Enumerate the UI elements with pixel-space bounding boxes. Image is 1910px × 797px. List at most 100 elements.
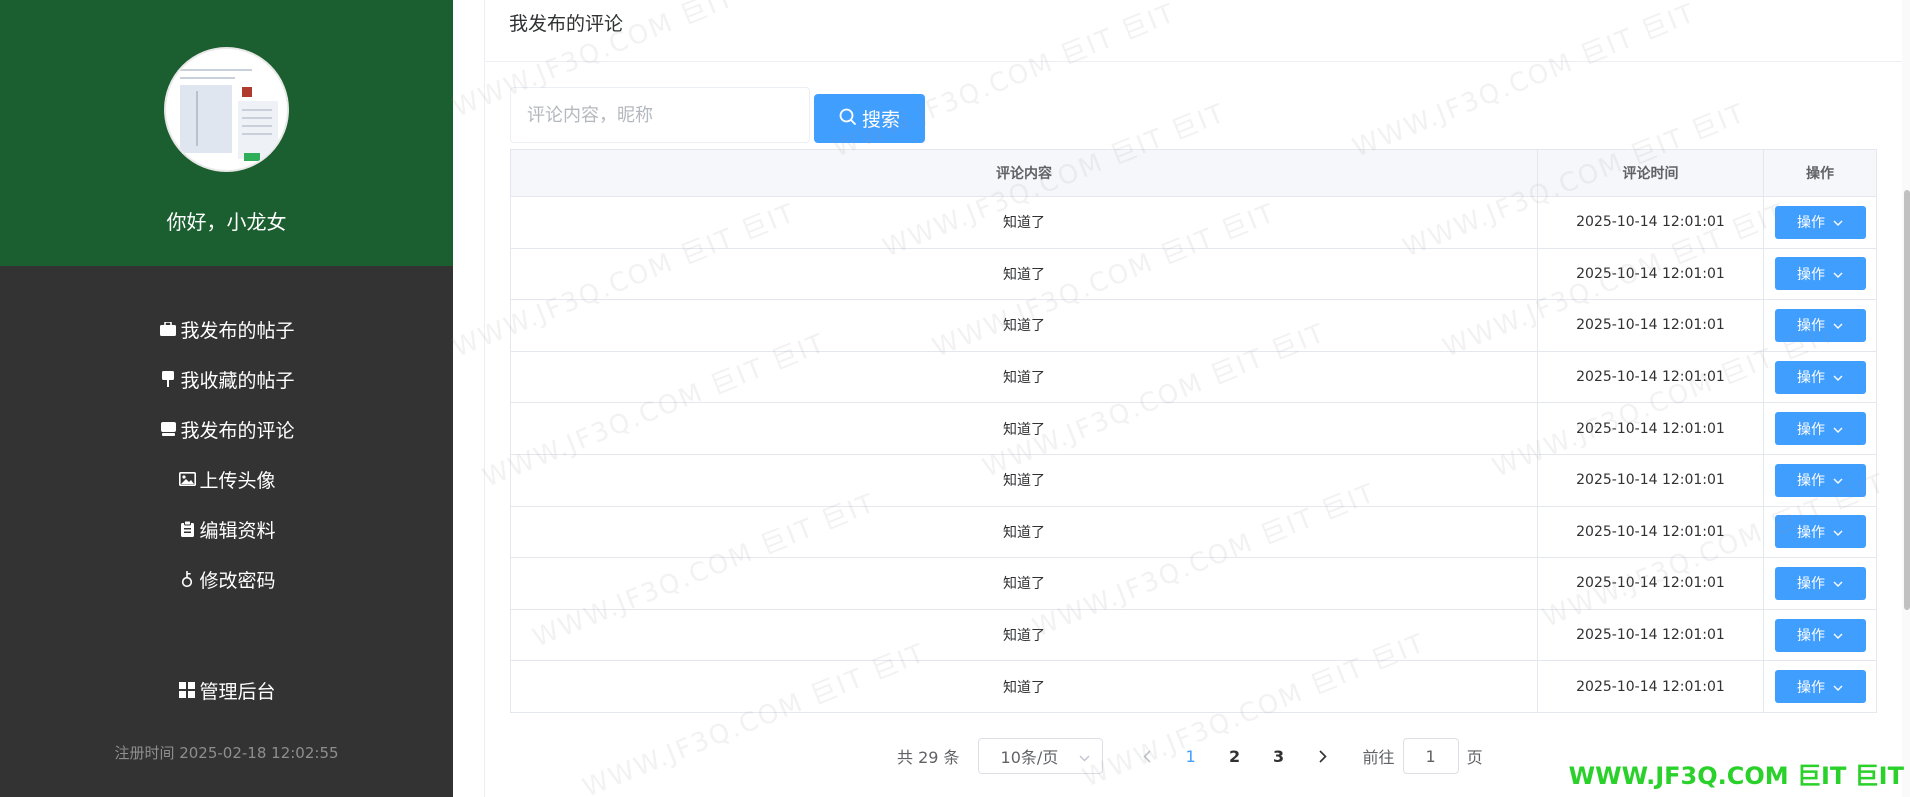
comment-content: 知道了 <box>510 196 1538 249</box>
menu-item-my-posts[interactable]: 我发布的帖子 <box>0 304 453 354</box>
action-label: 操作 <box>1797 421 1825 438</box>
pagination: 共 29 条 10条/页 1 2 3 前往 页 <box>897 738 1483 774</box>
action-dropdown-button[interactable]: 操作 <box>1774 360 1866 394</box>
table-row: 知道了 2025-10-14 12:01:01 操作 <box>510 350 1877 404</box>
action-dropdown-button[interactable]: 操作 <box>1774 670 1866 704</box>
action-label: 操作 <box>1797 628 1825 645</box>
menu-item-upload-avatar[interactable]: 上传头像 <box>0 454 453 504</box>
avatar[interactable] <box>164 47 289 172</box>
menu-item-change-password[interactable]: 修改密码 <box>0 554 453 604</box>
chevron-down-icon <box>1079 747 1090 766</box>
clipboard-icon <box>177 519 197 539</box>
grid-icon <box>177 680 197 700</box>
briefcase-icon <box>158 319 178 339</box>
search-input[interactable] <box>510 87 810 143</box>
chevron-down-icon <box>1833 575 1843 591</box>
page-number-3[interactable]: 3 <box>1257 738 1301 774</box>
chevron-down-icon <box>1833 266 1843 282</box>
action-label: 操作 <box>1797 576 1825 593</box>
action-dropdown-button[interactable]: 操作 <box>1774 205 1866 239</box>
chevron-down-icon <box>1833 679 1843 695</box>
pin-icon <box>158 369 178 389</box>
search-button[interactable]: 搜索 <box>814 94 925 143</box>
goto-page-input[interactable] <box>1402 738 1459 774</box>
page-size-value: 10条/页 <box>1000 748 1059 767</box>
search-icon <box>839 108 856 130</box>
action-dropdown-button[interactable]: 操作 <box>1774 412 1866 446</box>
action-label: 操作 <box>1797 473 1825 490</box>
table-row: 知道了 2025-10-14 12:01:01 操作 <box>510 557 1877 610</box>
greeting-text: 你好，小龙女 <box>166 210 287 234</box>
table-row: 知道了 2025-10-14 12:01:01 操作 <box>510 402 1877 455</box>
comment-content: 知道了 <box>510 299 1538 352</box>
comment-time: 2025-10-14 12:01:01 <box>1537 608 1764 662</box>
picture-icon <box>177 469 197 489</box>
table-header-row: 评论内容 评论时间 操作 <box>510 149 1877 197</box>
comment-content: 知道了 <box>510 453 1538 507</box>
comment-time: 2025-10-14 12:01:01 <box>1537 505 1764 559</box>
comment-time: 2025-10-14 12:01:01 <box>1537 402 1764 455</box>
action-dropdown-button[interactable]: 操作 <box>1774 618 1866 652</box>
action-dropdown-button[interactable]: 操作 <box>1774 566 1866 600</box>
action-dropdown-button[interactable]: 操作 <box>1774 308 1866 342</box>
menu-item-label: 我发布的帖子 <box>180 319 295 342</box>
comment-time: 2025-10-14 12:01:01 <box>1537 557 1764 610</box>
scrollbar-thumb[interactable] <box>1904 190 1910 610</box>
comment-content: 知道了 <box>510 557 1538 610</box>
chevron-down-icon <box>1833 472 1843 488</box>
action-label: 操作 <box>1797 266 1825 283</box>
goto-suffix: 页 <box>1466 748 1483 767</box>
menu-item-label: 我发布的评论 <box>180 419 295 442</box>
comment-content: 知道了 <box>510 505 1538 559</box>
search-bar: 搜索 <box>510 87 925 143</box>
chevron-down-icon <box>1833 421 1843 437</box>
action-label: 操作 <box>1797 679 1825 696</box>
page-number-1[interactable]: 1 <box>1169 738 1213 774</box>
menu-item-admin[interactable]: 管理后台 <box>0 665 453 715</box>
header-action: 操作 <box>1763 149 1877 197</box>
chevron-down-icon <box>1833 214 1843 230</box>
comment-content: 知道了 <box>510 402 1538 455</box>
menu-item-label: 上传头像 <box>199 469 276 492</box>
action-dropdown-button[interactable]: 操作 <box>1774 257 1866 291</box>
action-dropdown-button[interactable]: 操作 <box>1774 515 1866 549</box>
chevron-down-icon <box>1833 627 1843 643</box>
header-time: 评论时间 <box>1537 149 1764 197</box>
action-label: 操作 <box>1797 318 1825 335</box>
chevron-down-icon <box>1833 369 1843 385</box>
next-page-button[interactable] <box>1301 738 1345 774</box>
action-label: 操作 <box>1797 370 1825 387</box>
key-icon <box>177 569 197 589</box>
table-row: 知道了 2025-10-14 12:01:01 操作 <box>510 247 1877 301</box>
menu-item-label: 编辑资料 <box>199 519 276 542</box>
action-label: 操作 <box>1797 524 1825 541</box>
page-number-2[interactable]: 2 <box>1213 738 1257 774</box>
comment-time: 2025-10-14 12:01:01 <box>1537 247 1764 301</box>
menu-item-label: 管理后台 <box>199 680 276 703</box>
comment-time: 2025-10-14 12:01:01 <box>1537 660 1764 713</box>
search-button-label: 搜索 <box>861 109 900 131</box>
profile-header: 你好，小龙女 <box>0 0 453 266</box>
page-scrollbar[interactable] <box>1902 0 1910 797</box>
menu-item-edit-profile[interactable]: 编辑资料 <box>0 504 453 554</box>
table-row: 知道了 2025-10-14 12:01:01 操作 <box>510 299 1877 352</box>
user-menu: 我发布的帖子 我收藏的帖子 我发布的评论 上传头像 编辑资料 修改密码 管理后台 <box>0 304 453 715</box>
table-row: 知道了 2025-10-14 12:01:01 操作 <box>510 608 1877 662</box>
menu-item-my-favorites[interactable]: 我收藏的帖子 <box>0 354 453 404</box>
chevron-down-icon <box>1833 524 1843 540</box>
register-time: 注册时间 2025-02-18 12:02:55 <box>114 744 339 762</box>
table-row: 知道了 2025-10-14 12:01:01 操作 <box>510 505 1877 559</box>
goto-prefix: 前往 <box>1362 748 1395 767</box>
menu-item-my-comments[interactable]: 我发布的评论 <box>0 404 453 454</box>
chevron-left-icon <box>1142 749 1151 763</box>
sidebar: 你好，小龙女 我发布的帖子 我收藏的帖子 我发布的评论 上传头像 编辑资料 修改… <box>0 0 453 797</box>
header-content: 评论内容 <box>510 149 1538 197</box>
comment-content: 知道了 <box>510 608 1538 662</box>
comment-content: 知道了 <box>510 660 1538 713</box>
table-row: 知道了 2025-10-14 12:01:01 操作 <box>510 453 1877 507</box>
action-dropdown-button[interactable]: 操作 <box>1774 463 1866 497</box>
prev-page-button[interactable] <box>1125 738 1169 774</box>
menu-item-label: 我收藏的帖子 <box>180 369 295 392</box>
page-size-select[interactable]: 10条/页 <box>977 738 1103 774</box>
comment-time: 2025-10-14 12:01:01 <box>1537 196 1764 249</box>
